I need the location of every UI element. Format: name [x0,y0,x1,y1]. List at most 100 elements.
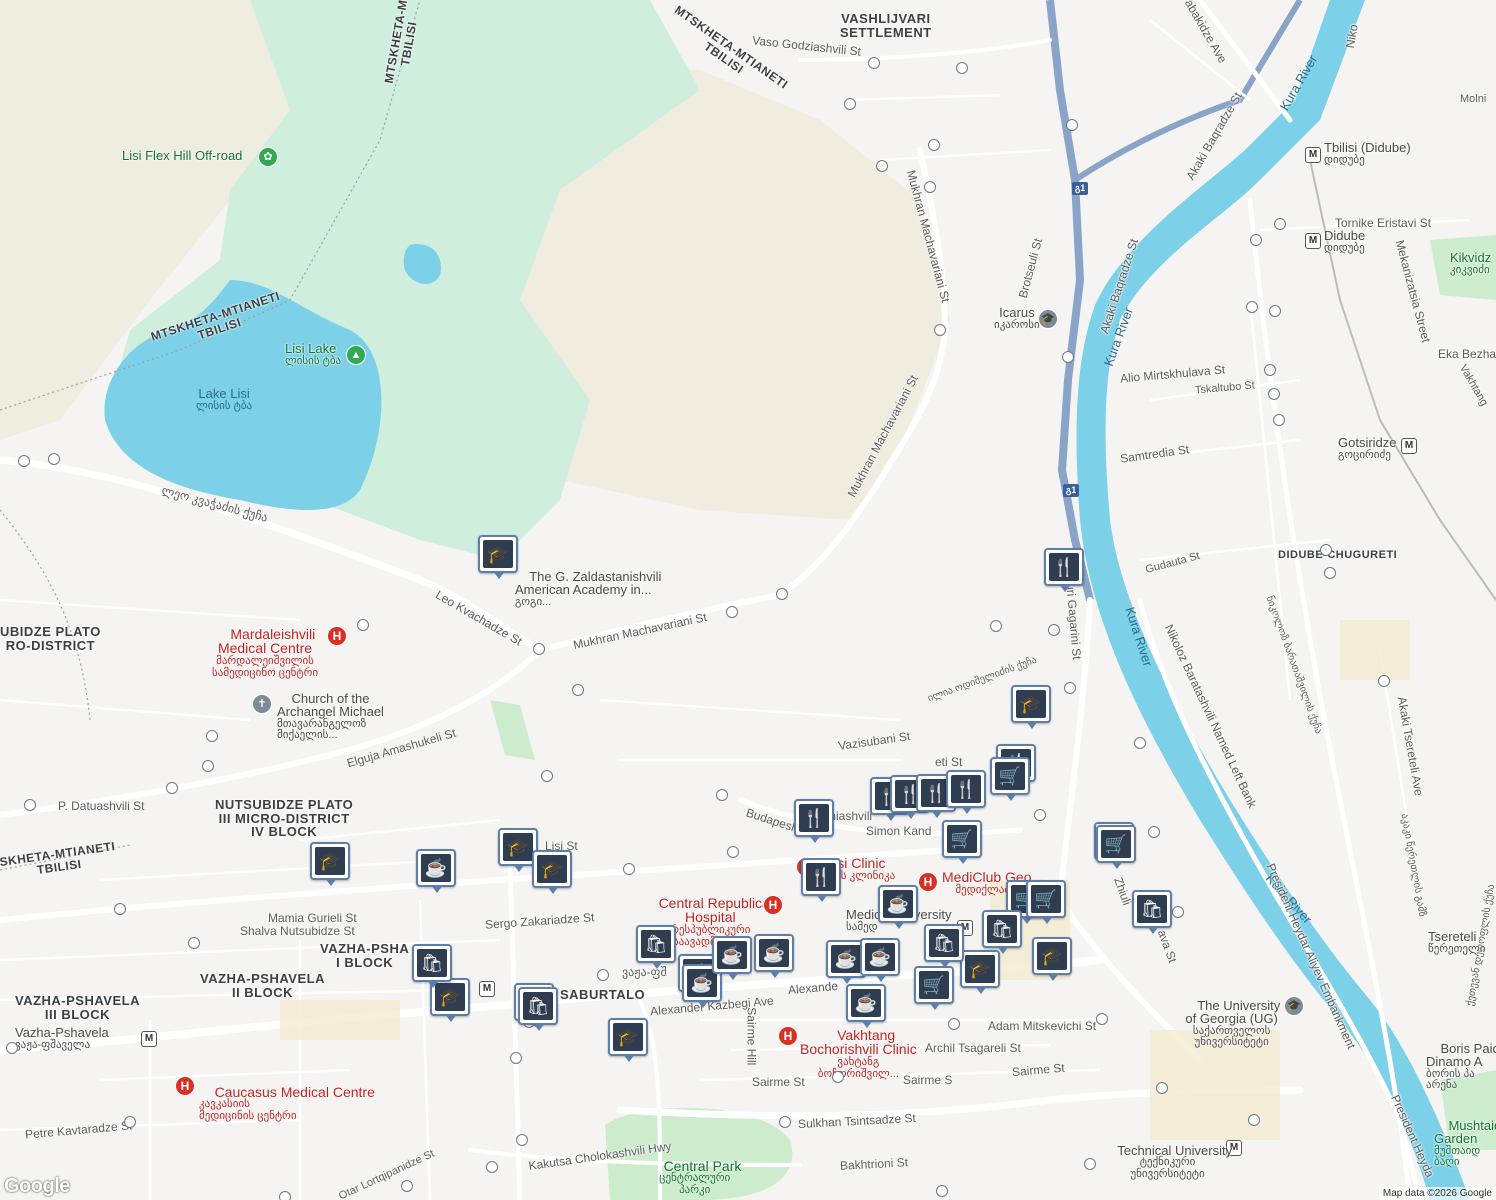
bus-stop-icon[interactable] [1378,675,1390,687]
metro-technical-university[interactable]: Technical University ტექნიკური უნივერსიტე… [1103,1130,1232,1200]
bus-stop-icon[interactable] [1264,364,1276,376]
map-attribution[interactable]: Map data ©2026 Google [1378,1187,1496,1200]
graduation-cap-marker[interactable]: 🎓 [960,950,1000,994]
bus-stop-icon[interactable] [18,455,30,467]
bus-stop-icon[interactable] [934,324,946,336]
bus-stop-icon[interactable] [1062,351,1074,363]
bus-stop-icon[interactable] [510,1052,522,1064]
graduation-cap-marker[interactable]: 🎓 [1011,685,1051,729]
bus-stop-icon[interactable] [1268,388,1280,400]
fork-knife-marker[interactable]: 🍴 [946,770,986,814]
bus-stop-icon[interactable] [114,903,126,915]
bus-stop-icon[interactable] [486,1161,498,1173]
metro-vazha-pshavela[interactable]: Vazha-Pshavela ვაჟა-ფშაველა [15,1026,109,1051]
school-icon[interactable]: 🎓 [1038,309,1058,329]
bus-stop-icon[interactable] [623,863,635,875]
bus-stop-icon[interactable] [776,588,788,600]
shopping-cart-marker[interactable]: 🛒 [1026,880,1066,924]
hospital-icon[interactable]: H [778,1026,798,1046]
bus-stop-icon[interactable] [727,846,739,858]
bus-stop-icon[interactable] [597,969,609,981]
bus-stop-icon[interactable] [541,770,553,782]
hospital-icon[interactable]: H [763,895,783,915]
bus-stop-icon[interactable] [936,1185,948,1197]
place-lisi-flex[interactable]: Lisi Flex Hill Off-road [122,149,242,163]
bus-stop-icon[interactable] [6,1042,18,1054]
bus-stop-icon[interactable] [1148,826,1160,838]
place-icarus[interactable]: Icarus იკაროსი [994,306,1040,331]
bus-stop-icon[interactable] [1273,414,1285,426]
shopping-cart-marker[interactable]: 🛒 [914,966,954,1010]
graduation-cap-marker[interactable]: 🎓 [1032,937,1072,981]
bus-stop-icon[interactable] [832,1071,844,1083]
graduation-cap-marker[interactable]: 🎓 [532,850,572,894]
graduation-cap-marker[interactable]: 🎓 [608,1018,648,1062]
hospital-mardaleishvili[interactable]: Mardaleishvili Medical Centre მარდალეიშვი… [212,612,318,709]
bus-stop-icon[interactable] [1250,234,1262,246]
bus-stop-icon[interactable] [1066,119,1078,131]
hospital-icon[interactable]: H [327,626,347,646]
shopping-bag-marker[interactable]: 🛍 [1132,890,1172,934]
hospital-icon[interactable]: H [175,1076,195,1096]
bus-stop-icon[interactable] [876,160,888,172]
shopping-bag-marker[interactable]: 🛍 [636,925,676,969]
bus-stop-icon[interactable] [948,1018,960,1030]
bus-stop-icon[interactable] [1084,1158,1096,1170]
bus-stop-icon[interactable] [533,643,545,655]
bus-stop-icon[interactable] [1134,737,1146,749]
coffee-cup-marker[interactable]: ☕ [712,936,752,980]
metro-didube[interactable]: Didube დიდუბე [1324,229,1365,254]
hospital-caucasus[interactable]: Caucasus Medical Centre კავკასიის მედიცინ… [199,1070,375,1152]
bus-stop-icon[interactable] [1324,567,1336,579]
fork-knife-marker[interactable]: 🍴 [1044,548,1084,592]
bus-stop-icon[interactable] [1246,301,1258,313]
place-academy[interactable]: The G. Zaldastanishvili American Academy… [515,556,661,636]
bus-stop-icon[interactable] [956,62,968,74]
bus-stop-icon[interactable] [1269,305,1281,317]
bus-stop-icon[interactable] [1096,1013,1108,1025]
bus-stop-icon[interactable] [1320,544,1332,556]
school-icon[interactable]: 🎓 [1284,996,1304,1016]
place-kikvidze[interactable]: Kikvidz კიკვიძი [1450,251,1491,276]
bus-stop-icon[interactable] [279,1191,291,1200]
bus-stop-icon[interactable] [844,98,856,110]
bus-stop-icon[interactable] [1172,906,1184,918]
bus-stop-icon[interactable] [202,760,214,772]
place-central-park[interactable]: Central Park ცენტრალური პარკი [648,1144,741,1200]
bus-stop-icon[interactable] [868,57,880,69]
hospital-vakhtang[interactable]: Vakhtang Bochorishvili Clinic ვახტანგ ბოჩ… [800,1013,917,1110]
bus-stop-icon[interactable] [1248,1114,1260,1126]
metro-icon[interactable]: M [1401,438,1417,454]
shopping-bag-marker[interactable]: 🛍 [412,944,452,988]
shopping-bag-marker[interactable]: 🛍 [924,924,964,968]
bus-stop-icon[interactable] [779,1116,791,1128]
hospital-icon[interactable]: H [918,872,938,892]
place-lisi-lake[interactable]: Lisi Lake ლისის ტბა [285,342,341,367]
bus-stop-icon[interactable] [206,730,218,742]
graduation-cap-marker[interactable]: 🎓 [478,535,518,579]
bus-stop-icon[interactable] [1064,682,1076,694]
coffee-cup-marker[interactable]: ☕ [846,984,886,1028]
metro-tsereteli[interactable]: Tsereteli წერეთელი [1428,930,1485,955]
shopping-cart-marker[interactable]: 🛒 [990,757,1030,801]
coffee-cup-marker[interactable]: ☕ [878,885,918,929]
coffee-cup-marker[interactable]: ☕ [754,934,794,978]
bus-stop-icon[interactable] [716,789,728,801]
bus-stop-icon[interactable] [1048,624,1060,636]
bus-stop-icon[interactable] [401,1180,413,1192]
bus-stop-icon[interactable] [1274,218,1286,230]
place-ug[interactable]: The University of Georgia (UG) საქართველო… [1183,985,1280,1076]
fork-knife-marker[interactable]: 🍴 [794,799,834,843]
coffee-cup-marker[interactable]: ☕ [416,849,456,893]
shopping-bag-marker[interactable]: 🛍 [982,910,1022,954]
bus-stop-icon[interactable] [357,619,369,631]
metro-gotsiridze[interactable]: Gotsiridze გოცირიძე [1338,436,1397,461]
shopping-bag-marker[interactable]: 🛍 [518,987,558,1031]
bus-stop-icon[interactable] [1034,809,1046,821]
tree-icon[interactable]: ▲ [346,345,366,365]
fork-knife-marker[interactable]: 🍴 [801,858,841,902]
bus-stop-icon[interactable] [726,606,738,618]
bus-stop-icon[interactable] [924,181,936,193]
metro-tbilisi-didube[interactable]: Tbilisi (Didube) დიდუბე [1324,141,1411,166]
metro-icon[interactable]: M [479,981,495,997]
